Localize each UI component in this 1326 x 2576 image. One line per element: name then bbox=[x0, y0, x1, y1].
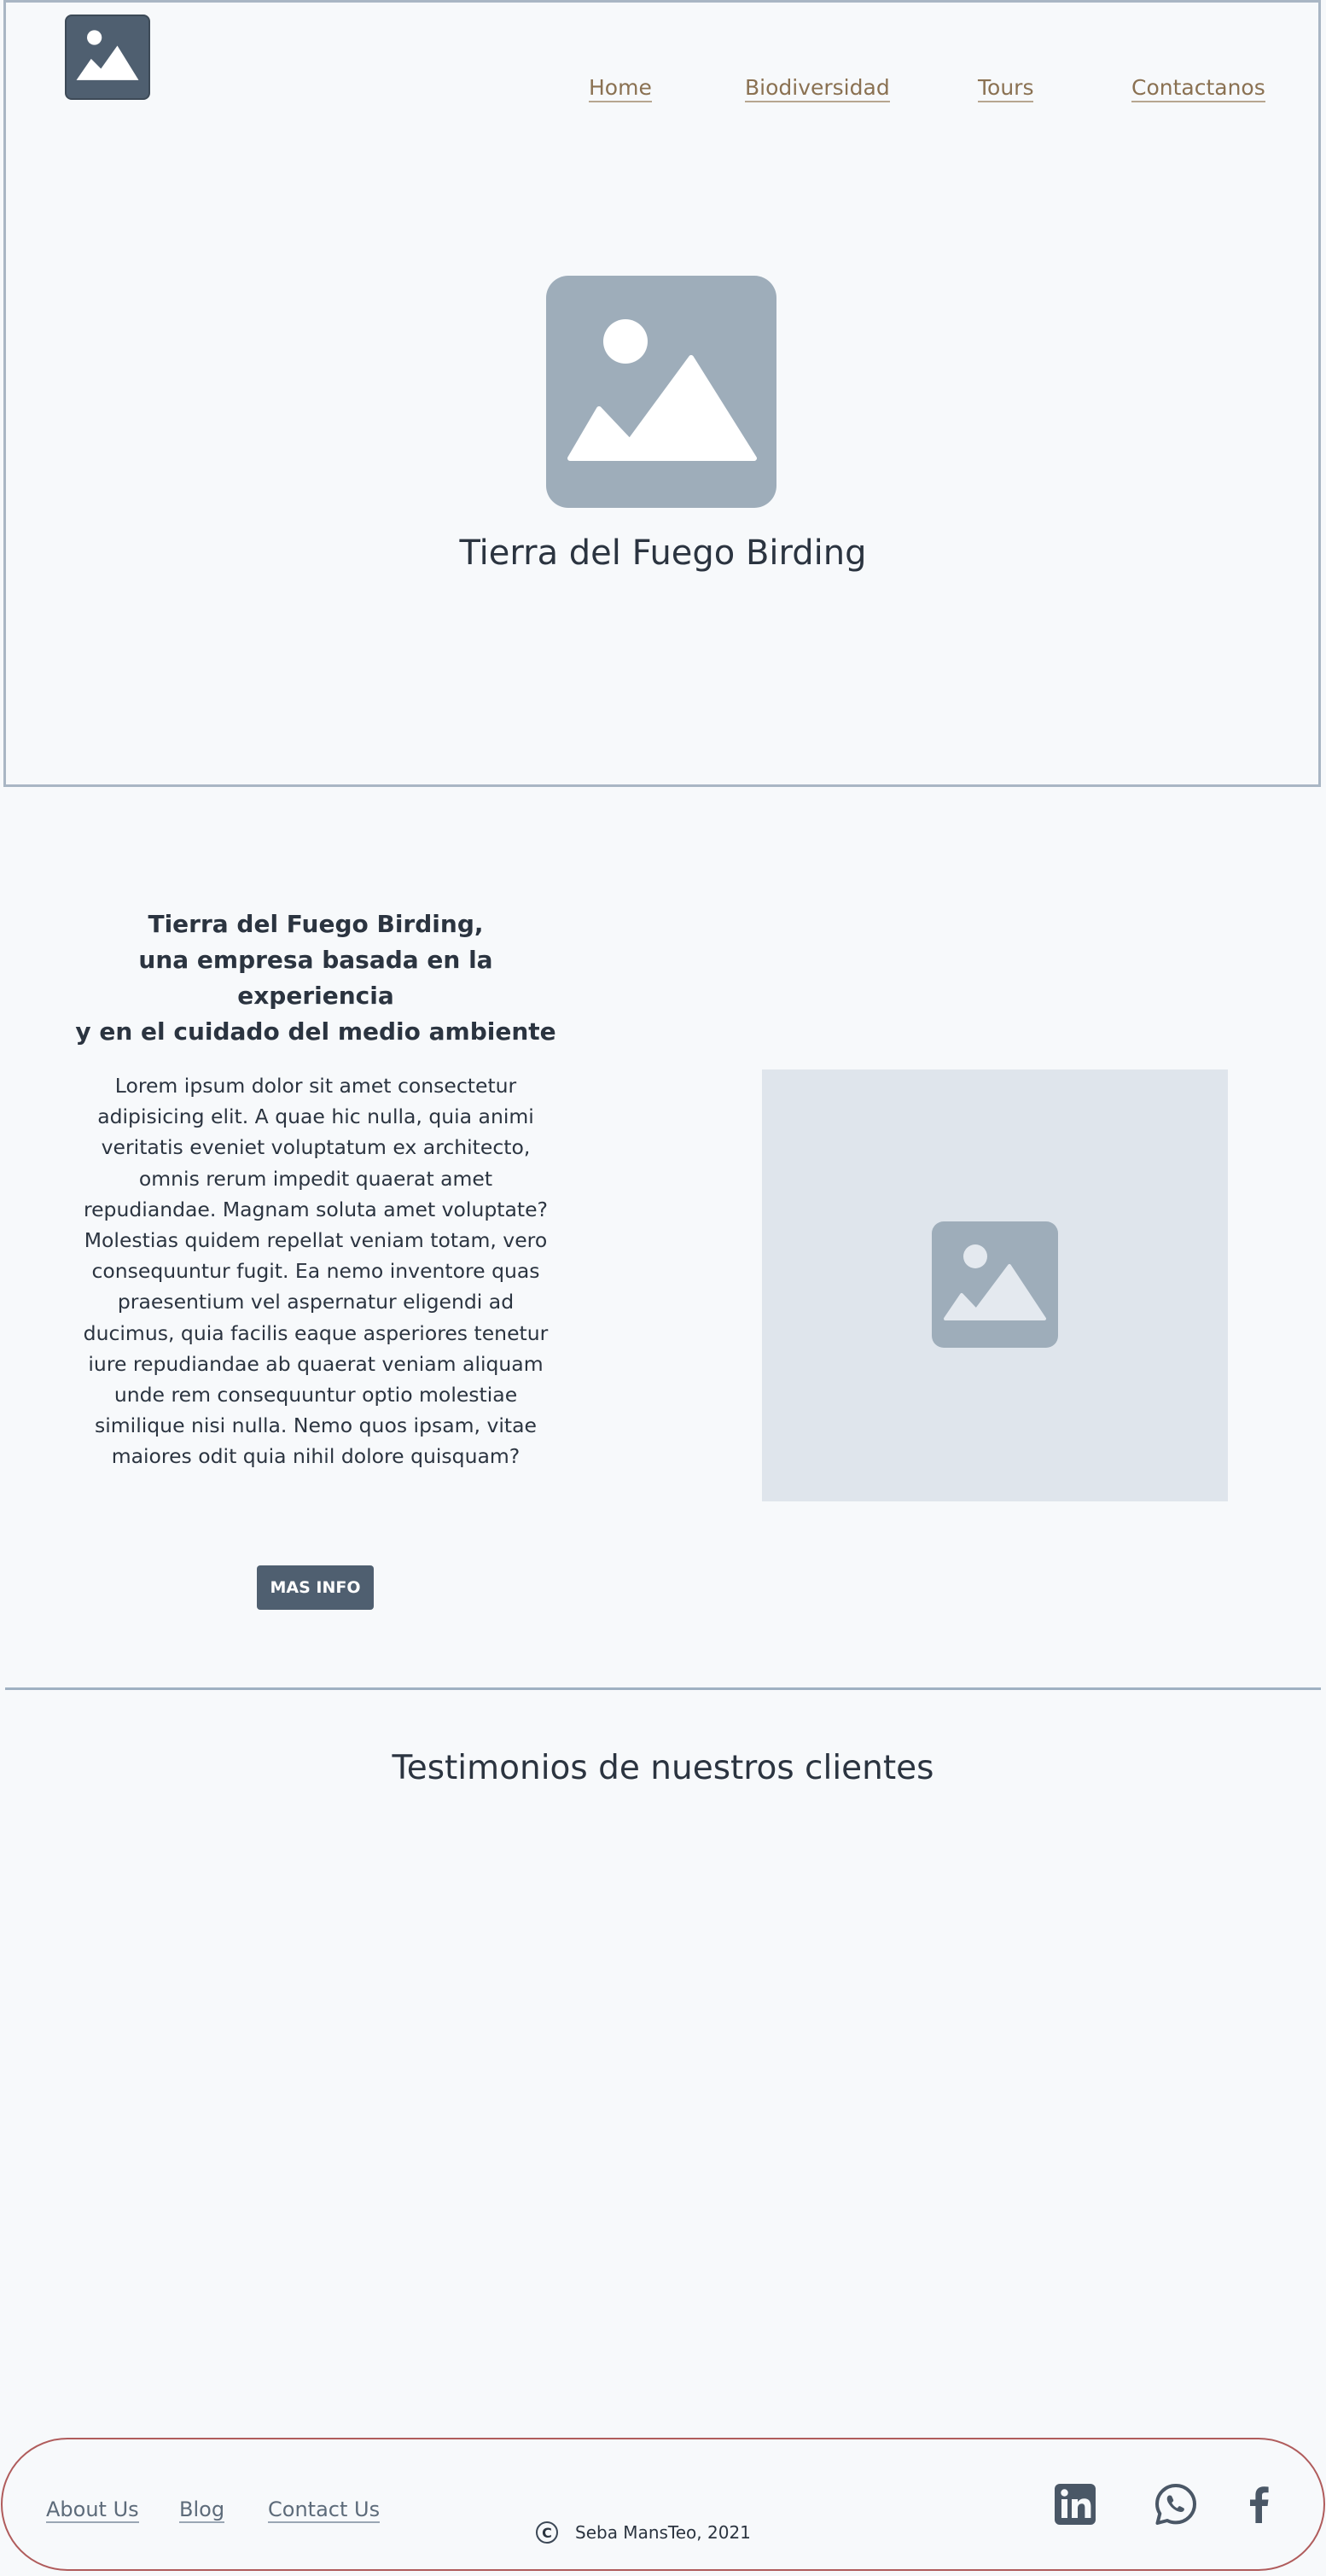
hero-image bbox=[546, 276, 776, 508]
about-image-placeholder bbox=[932, 1221, 1058, 1348]
about-body-text: Lorem ipsum dolor sit amet consectetur a… bbox=[83, 1074, 549, 1469]
nav-tours-link[interactable]: Tours bbox=[978, 75, 1034, 102]
section-divider bbox=[5, 1687, 1321, 1690]
copyright: C Seba MansTeo, 2021 bbox=[536, 2520, 751, 2545]
about-heading-line: una empresa basada en la experiencia bbox=[138, 946, 493, 1010]
image-placeholder-icon bbox=[944, 1244, 1046, 1320]
testimonials-title: Testimonios de nuestros clientes bbox=[392, 1749, 934, 1787]
logo[interactable] bbox=[65, 15, 150, 100]
facebook-icon[interactable] bbox=[1237, 2482, 1282, 2526]
footer-contact-link[interactable]: Contact Us bbox=[268, 2497, 381, 2523]
hero-title: Tierra del Fuego Birding bbox=[459, 533, 867, 573]
mas-info-button[interactable]: MAS INFO bbox=[257, 1565, 374, 1610]
about-heading-line: y en el cuidado del medio ambiente bbox=[75, 1017, 556, 1046]
copyright-icon: C bbox=[536, 2521, 558, 2544]
nav-contactanos-link[interactable]: Contactanos bbox=[1131, 75, 1265, 102]
image-placeholder-icon bbox=[567, 319, 757, 461]
about-image bbox=[762, 1069, 1228, 1501]
about-heading-line: Tierra del Fuego Birding, bbox=[148, 910, 484, 938]
copyright-text: Seba MansTeo, 2021 bbox=[575, 2522, 751, 2543]
image-placeholder-icon bbox=[76, 30, 139, 80]
linkedin-icon[interactable] bbox=[1053, 2482, 1097, 2526]
footer-blog-link[interactable]: Blog bbox=[179, 2497, 225, 2523]
footer-about-link[interactable]: About Us bbox=[46, 2497, 139, 2523]
whatsapp-icon[interactable] bbox=[1154, 2482, 1198, 2526]
nav-biodiversidad-link[interactable]: Biodiversidad bbox=[745, 75, 890, 102]
about-heading: Tierra del Fuego Birding, una empresa ba… bbox=[68, 906, 563, 1050]
nav-home-link[interactable]: Home bbox=[589, 75, 652, 102]
